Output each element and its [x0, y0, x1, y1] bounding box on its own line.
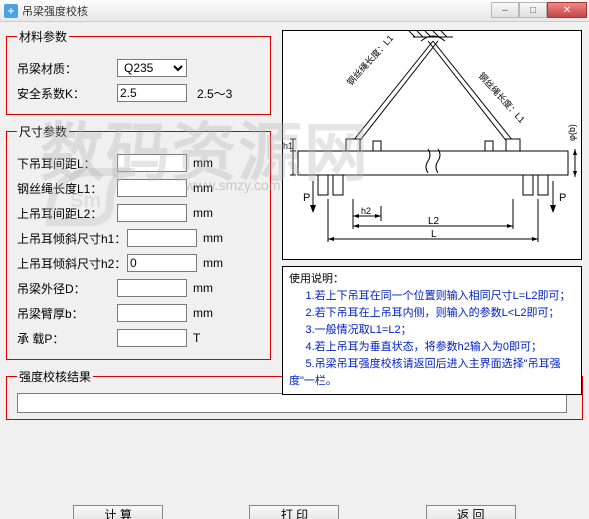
instruction-5a: 5.吊梁吊耳强度校核请返回后进入主界面选择"吊耳强 — [289, 356, 575, 373]
safety-k-input[interactable] — [117, 84, 187, 102]
d-input[interactable] — [117, 279, 187, 297]
instruction-2: 2.若下吊耳在上吊耳内侧，则输入的参数L<L2即可； — [289, 305, 575, 322]
b-input[interactable] — [117, 304, 187, 322]
maximize-button[interactable]: □ — [519, 2, 547, 18]
h2-label: 上吊耳倾斜尺寸h2： — [17, 255, 127, 272]
instruction-3: 3.一般情况取L1=L2； — [289, 322, 575, 339]
svg-text:φ(b): φ(b) — [567, 124, 577, 141]
l-unit: mm — [193, 156, 213, 170]
dimension-legend: 尺寸参数 — [17, 123, 69, 140]
p-label: 承 载P： — [17, 330, 117, 347]
print-button[interactable]: 打 印 — [249, 505, 339, 519]
l-input[interactable] — [117, 154, 187, 172]
h1-label: 上吊耳倾斜尺寸h1： — [17, 230, 127, 247]
svg-text:L: L — [431, 229, 437, 240]
b-label: 吊梁臂厚b： — [17, 305, 117, 322]
close-button[interactable]: ✕ — [547, 2, 587, 18]
b-unit: mm — [193, 306, 213, 320]
h1-unit: mm — [203, 231, 223, 245]
instruction-4: 4.若上吊耳为垂直状态，将参数h2输入为0即可； — [289, 339, 575, 356]
d-unit: mm — [193, 281, 213, 295]
h2-unit: mm — [203, 256, 223, 270]
beam-diagram: 钢丝绳长度：L1 钢丝绳长度：L1 P — [282, 30, 582, 260]
l1-label: 钢丝绳长度L1： — [17, 180, 117, 197]
svg-text:h2: h2 — [361, 206, 371, 216]
p-input[interactable] — [117, 329, 187, 347]
rope-left-label: 钢丝绳长度：L1 — [344, 32, 395, 87]
app-icon — [4, 4, 18, 18]
material-legend: 材料参数 — [17, 28, 69, 45]
svg-text:h1: h1 — [283, 141, 293, 151]
svg-text:P: P — [303, 192, 310, 204]
back-button[interactable]: 返 回 — [426, 505, 516, 519]
material-params-group: 材料参数 吊梁材质： Q235 安全系数K： 2.5～3 — [6, 28, 271, 115]
instruction-5b: 度"一栏。 — [289, 373, 575, 390]
instruction-1: 1.若上下吊耳在同一个位置则输入相同尺寸L=L2即可； — [289, 288, 575, 305]
h2-input[interactable] — [127, 254, 197, 272]
result-input[interactable] — [17, 393, 567, 413]
p-unit: T — [193, 331, 200, 345]
d-label: 吊梁外径D： — [17, 280, 117, 297]
instructions-heading: 使用说明： — [289, 271, 575, 288]
result-legend: 强度校核结果 — [17, 368, 93, 385]
safety-k-label: 安全系数K： — [17, 85, 117, 102]
material-label: 吊梁材质： — [17, 60, 117, 77]
window-titlebar: 吊梁强度校核 – □ ✕ — [0, 0, 589, 22]
l2-label: 上吊耳间距L2： — [17, 205, 117, 222]
material-select[interactable]: Q235 — [117, 59, 187, 77]
l1-unit: mm — [193, 181, 213, 195]
dimension-params-group: 尺寸参数 下吊耳间距L： mm 钢丝绳长度L1： mm 上吊耳间距L2： mm … — [6, 123, 271, 360]
l2-unit: mm — [193, 206, 213, 220]
window-title: 吊梁强度校核 — [22, 3, 88, 19]
svg-text:P: P — [559, 192, 566, 204]
l2-input[interactable] — [117, 204, 187, 222]
calculate-button[interactable]: 计 算 — [73, 505, 163, 519]
l-label: 下吊耳间距L： — [17, 155, 117, 172]
h1-input[interactable] — [127, 229, 197, 247]
minimize-button[interactable]: – — [491, 2, 519, 18]
safety-k-hint: 2.5～3 — [197, 85, 232, 102]
l1-input[interactable] — [117, 179, 187, 197]
instructions-panel: 使用说明： 1.若上下吊耳在同一个位置则输入相同尺寸L=L2即可； 2.若下吊耳… — [282, 266, 582, 395]
svg-text:L2: L2 — [428, 216, 440, 227]
rope-right-label: 钢丝绳长度：L1 — [477, 70, 528, 125]
